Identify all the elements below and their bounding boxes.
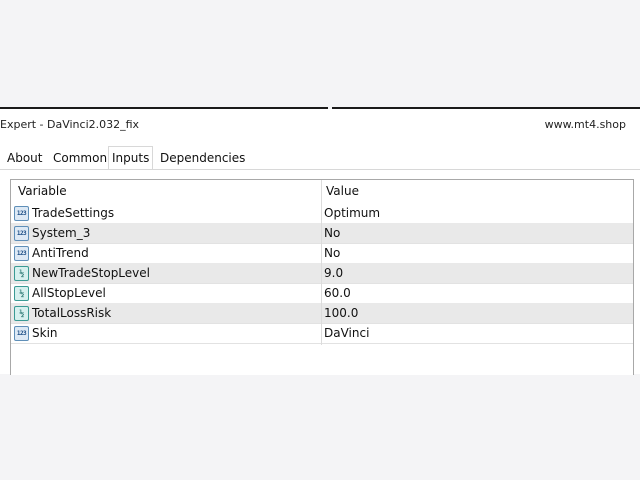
dialog-title: Expert - DaVinci2.032_fix (0, 118, 140, 131)
variable-value[interactable]: No (324, 226, 340, 240)
variable-name: NewTradeStopLevel (32, 266, 150, 280)
table-row[interactable]: 123 TradeSettings Optimum (11, 203, 633, 224)
integer-type-icon: 123 (14, 326, 29, 341)
double-type-icon: ½ (14, 306, 29, 321)
variable-name: TradeSettings (32, 206, 115, 220)
column-header-variable[interactable]: Variable (18, 184, 67, 198)
table-row[interactable]: ½ AllStopLevel 60.0 (11, 283, 633, 304)
variable-value[interactable]: 100.0 (324, 306, 358, 320)
variable-value[interactable]: No (324, 246, 340, 260)
table-row[interactable]: 123 AntiTrend No (11, 243, 633, 264)
screen-frame: Expert - DaVinci2.032_fix www.mt4.shop A… (0, 0, 640, 480)
variable-name: TotalLossRisk (32, 306, 112, 320)
tab-bar: About Common Inputs Dependencies (2, 146, 638, 170)
variable-name: AllStopLevel (32, 286, 106, 300)
expert-properties-dialog: Expert - DaVinci2.032_fix www.mt4.shop A… (0, 109, 640, 375)
variable-value[interactable]: Optimum (324, 206, 380, 220)
column-header-value[interactable]: Value (326, 184, 359, 198)
variable-value[interactable]: 9.0 (324, 266, 343, 280)
table-row[interactable]: 123 System_3 No (11, 223, 633, 244)
variable-name: AntiTrend (32, 246, 89, 260)
variable-value[interactable]: 60.0 (324, 286, 351, 300)
table-row[interactable]: ½ TotalLossRisk 100.0 (11, 303, 633, 324)
table-header: Variable Value (11, 180, 633, 203)
watermark-site: www.mt4.shop (544, 118, 626, 131)
table-row[interactable]: ½ NewTradeStopLevel 9.0 (11, 263, 633, 284)
tab-common[interactable]: Common (50, 148, 110, 168)
double-type-icon: ½ (14, 266, 29, 281)
variable-name: Skin (32, 326, 58, 340)
integer-type-icon: 123 (14, 206, 29, 221)
double-type-icon: ½ (14, 286, 29, 301)
tab-about[interactable]: About (4, 148, 45, 168)
inputs-table: Variable Value 123 TradeSettings Optimum… (10, 179, 634, 375)
variable-name: System_3 (32, 226, 91, 240)
tab-strip-border (0, 169, 640, 170)
variable-value[interactable]: DaVinci (324, 326, 369, 340)
integer-type-icon: 123 (14, 246, 29, 261)
table-row[interactable]: 123 Skin DaVinci (11, 323, 633, 344)
column-divider[interactable] (321, 180, 322, 345)
tab-dependencies[interactable]: Dependencies (157, 148, 248, 168)
integer-type-icon: 123 (14, 226, 29, 241)
tab-inputs[interactable]: Inputs (108, 146, 154, 170)
